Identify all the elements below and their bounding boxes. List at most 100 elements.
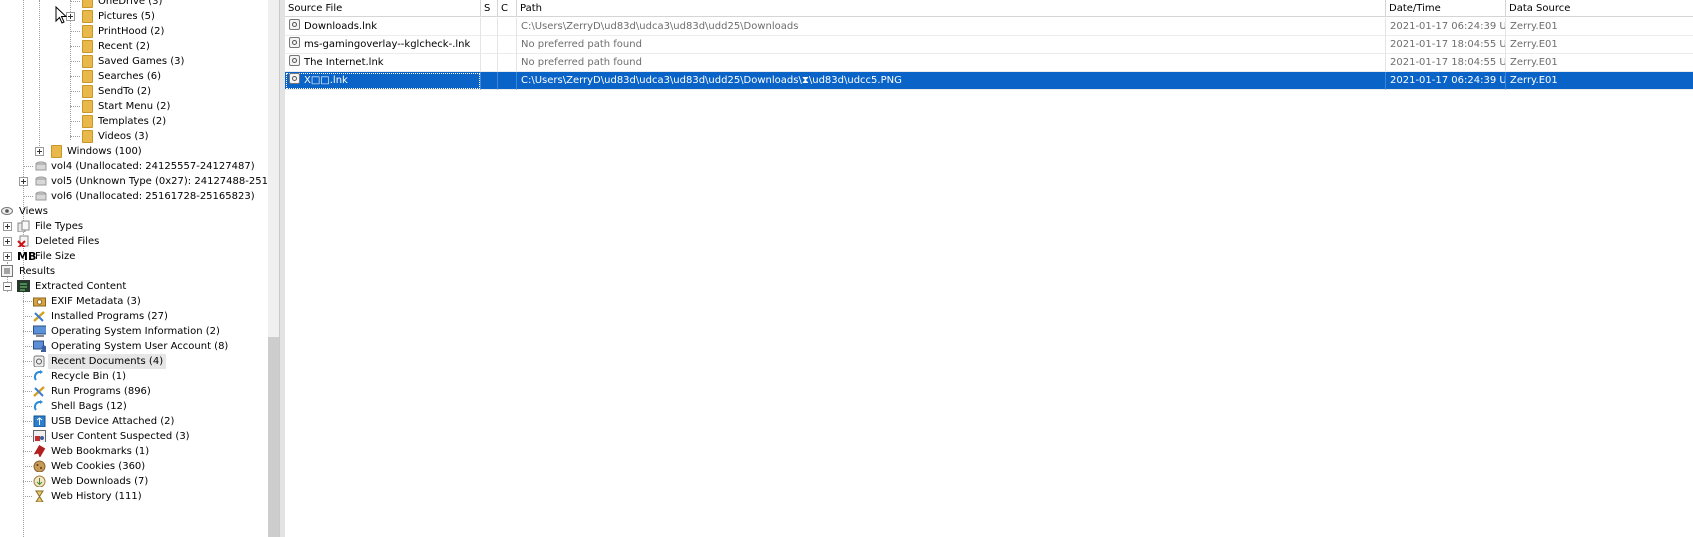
bookmark-icon xyxy=(33,445,46,457)
source-file-name: ms-gamingoverlay--kglcheck-.lnk xyxy=(304,39,471,50)
tree-item-sendto[interactable]: SendTo (2) xyxy=(0,84,268,99)
expand-toggle[interactable] xyxy=(19,177,28,186)
shortcut-file-icon xyxy=(289,37,300,48)
tree-item-run-programs[interactable]: Run Programs (896) xyxy=(0,384,268,399)
path-cell: C:\Users\ZerryD\ud83d\udca3\ud83d\udd25\… xyxy=(517,72,1386,90)
column-header-source-file[interactable]: Source File xyxy=(285,0,481,17)
tree-item-exif-metadata[interactable]: EXIF Metadata (3) xyxy=(0,294,268,309)
c-cell xyxy=(498,18,517,36)
collapse-toggle[interactable] xyxy=(3,282,12,291)
tree-item-pictures[interactable]: Pictures (5) xyxy=(0,9,268,24)
tree-item-web-downloads[interactable]: Web Downloads (7) xyxy=(0,474,268,489)
tree-item-label: Operating System User Account (8) xyxy=(51,341,229,352)
s-cell xyxy=(481,72,498,90)
tree-item-label: Deleted Files xyxy=(35,236,100,247)
tree-item-label: Searches (6) xyxy=(98,71,162,82)
tree-item-os-user-account[interactable]: Operating System User Account (8) xyxy=(0,339,268,354)
folder-icon xyxy=(82,100,93,113)
tree-item-recent[interactable]: Recent (2) xyxy=(0,39,268,54)
volume-icon xyxy=(35,161,47,171)
tree-item-vol6[interactable]: vol6 (Unallocated: 25161728-25165823) xyxy=(0,189,268,204)
tree-item-file-size[interactable]: MB File Size xyxy=(0,249,268,264)
c-cell xyxy=(498,54,517,72)
tree-item-label: Saved Games (3) xyxy=(98,56,185,67)
tree-item-user-content-suspected[interactable]: User Content Suspected (3) xyxy=(0,429,268,444)
column-header-data-source[interactable]: Data Source xyxy=(1506,0,1693,17)
tree-item-label: Recent Documents (4) xyxy=(48,354,167,369)
folder-icon xyxy=(82,25,93,38)
tree-item-deleted-files[interactable]: Deleted Files xyxy=(0,234,268,249)
source-file-name: The Internet.lnk xyxy=(304,57,384,68)
user-account-icon xyxy=(33,340,46,352)
tree-item-label: File Size xyxy=(35,251,76,262)
tree-item-templates[interactable]: Templates (2) xyxy=(0,114,268,129)
tree-item-saved-games[interactable]: Saved Games (3) xyxy=(0,54,268,69)
source-file-cell: The Internet.lnk xyxy=(285,54,481,72)
folder-icon xyxy=(82,40,93,53)
volume-icon xyxy=(35,191,47,201)
tree-item-onedrive[interactable]: OneDrive (3) xyxy=(0,0,268,9)
cookie-icon xyxy=(33,460,46,472)
tree-item-os-information[interactable]: Operating System Information (2) xyxy=(0,324,268,339)
data-source-cell: Zerry.E01 xyxy=(1506,54,1693,72)
scrollbar-thumb[interactable] xyxy=(268,337,279,537)
tree-item-searches[interactable]: Searches (6) xyxy=(0,69,268,84)
tree-panel: OneDrive (3) Pictures (5) PrintHood (2) … xyxy=(0,0,268,537)
tree-item-views[interactable]: Views xyxy=(0,204,268,219)
path-cell: C:\Users\ZerryD\ud83d\udca3\ud83d\udd25\… xyxy=(517,18,1386,36)
tree-item-web-cookies[interactable]: Web Cookies (360) xyxy=(0,459,268,474)
folder-icon xyxy=(82,115,93,128)
results-icon xyxy=(1,265,13,277)
deleted-file-icon xyxy=(17,235,29,247)
tree-item-label: User Content Suspected (3) xyxy=(51,431,190,442)
c-cell xyxy=(498,72,517,90)
tree-item-label: USB Device Attached (2) xyxy=(51,416,175,427)
installed-programs-icon xyxy=(33,311,45,322)
tree-item-label: SendTo (2) xyxy=(98,86,152,97)
tree-item-shell-bags[interactable]: Shell Bags (12) xyxy=(0,399,268,414)
expand-toggle[interactable] xyxy=(66,12,75,21)
expand-toggle[interactable] xyxy=(3,252,12,261)
tree-item-label: Web History (111) xyxy=(51,491,142,502)
tree-item-vol5[interactable]: vol5 (Unknown Type (0x27): 24127488-2516… xyxy=(0,174,268,189)
column-header-path[interactable]: Path xyxy=(517,0,1386,17)
tree-item-label: EXIF Metadata (3) xyxy=(51,296,141,307)
tree-item-label: vol5 (Unknown Type (0x27): 24127488-2516… xyxy=(51,176,268,187)
column-header-datetime[interactable]: Date/Time xyxy=(1386,0,1506,17)
datetime-cell: 2021-01-17 06:24:39 UTC xyxy=(1386,18,1506,36)
tree-item-label: vol4 (Unallocated: 24125557-24127487) xyxy=(51,161,255,172)
tree-item-start-menu[interactable]: Start Menu (2) xyxy=(0,99,268,114)
column-header-c[interactable]: C xyxy=(498,0,517,17)
tree-item-web-history[interactable]: Web History (111) xyxy=(0,489,268,504)
tree-item-recycle-bin[interactable]: Recycle Bin (1) xyxy=(0,369,268,384)
tree-item-label: Results xyxy=(19,266,56,277)
column-header-s[interactable]: S xyxy=(481,0,498,17)
s-cell xyxy=(481,36,498,54)
tree-item-recent-documents[interactable]: Recent Documents (4) xyxy=(0,354,268,369)
tree-item-installed-programs[interactable]: Installed Programs (27) xyxy=(0,309,268,324)
usb-icon xyxy=(33,415,46,427)
expand-toggle[interactable] xyxy=(3,222,12,231)
expand-toggle[interactable] xyxy=(35,147,44,156)
tree-item-results[interactable]: Results xyxy=(0,264,268,279)
tree-scrollbar[interactable] xyxy=(268,0,279,537)
tree-item-label: Recent (2) xyxy=(98,41,150,52)
datetime-cell: 2021-01-17 18:04:55 UTC xyxy=(1386,54,1506,72)
tree-item-label: Pictures (5) xyxy=(98,11,155,22)
folder-icon xyxy=(51,145,62,158)
tree-item-extracted-content[interactable]: Extracted Content xyxy=(0,279,268,294)
tree-item-videos[interactable]: Videos (3) xyxy=(0,129,268,144)
source-file-cell: Downloads.lnk xyxy=(285,18,481,36)
expand-toggle[interactable] xyxy=(3,237,12,246)
tree-item-vol4[interactable]: vol4 (Unallocated: 24125557-24127487) xyxy=(0,159,268,174)
tree-item-printhood[interactable]: PrintHood (2) xyxy=(0,24,268,39)
tree-item-windows[interactable]: Windows (100) xyxy=(0,144,268,159)
recent-documents-icon xyxy=(33,355,45,367)
tree-item-label: Windows (100) xyxy=(67,146,142,157)
computer-icon xyxy=(33,325,46,337)
tree-item-usb-device[interactable]: USB Device Attached (2) xyxy=(0,414,268,429)
tree-item-label: Videos (3) xyxy=(98,131,149,142)
tree-item-file-types[interactable]: File Types xyxy=(0,219,268,234)
tree-item-web-bookmarks[interactable]: Web Bookmarks (1) xyxy=(0,444,268,459)
run-programs-icon xyxy=(33,386,45,397)
